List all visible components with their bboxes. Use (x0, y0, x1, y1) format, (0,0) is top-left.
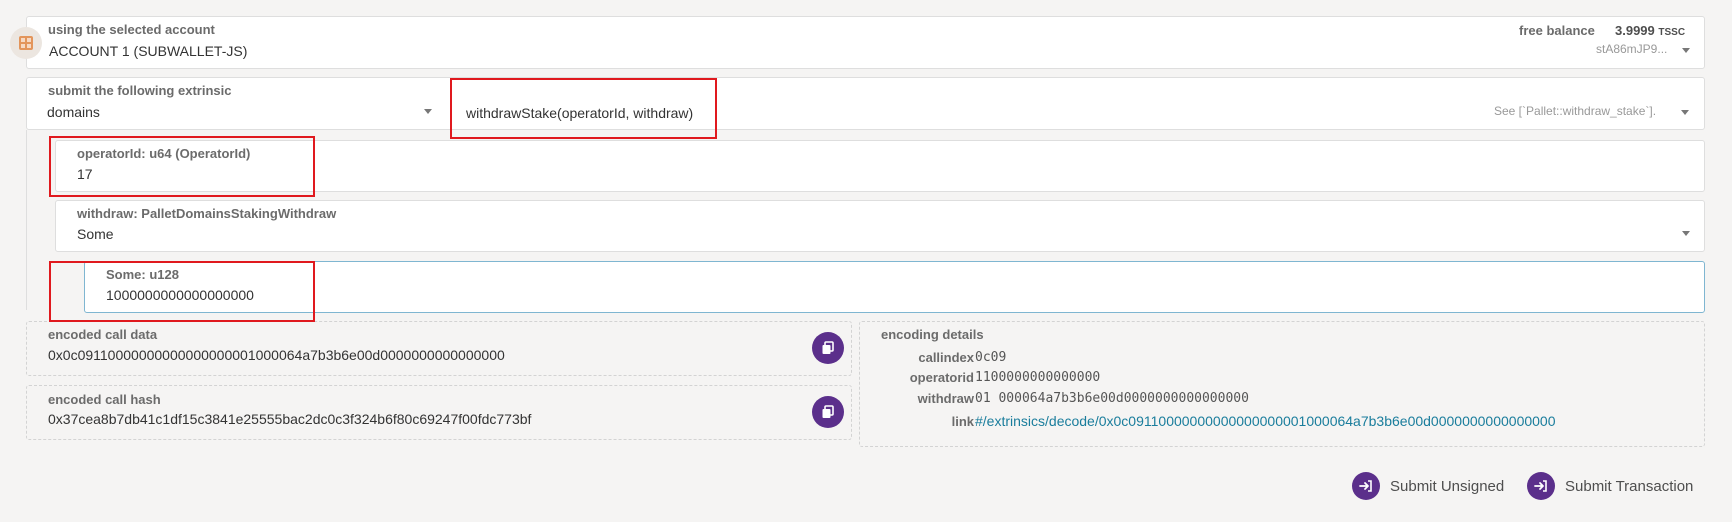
pallet-value: domains (47, 104, 100, 120)
extrinsic-label: submit the following extrinsic (48, 83, 232, 98)
account-name: ACCOUNT 1 (SUBWALLET-JS) (49, 43, 248, 59)
some-amount-field[interactable] (84, 261, 1705, 313)
detail-key-link: link (951, 414, 974, 429)
free-balance-label: free balance (1519, 23, 1595, 38)
detail-key-operatorid: operatorid (909, 370, 974, 385)
submit-unsigned-label: Submit Unsigned (1390, 477, 1505, 495)
detail-value-operatorid: 1100000000000000 (975, 370, 1101, 385)
detail-key-callindex: callindex (918, 350, 974, 365)
encoding-details-title: encoding details (881, 327, 984, 342)
balance-amount: 3.9999 (1615, 23, 1655, 38)
encoded-call-data-label: encoded call data (48, 327, 158, 342)
withdraw-dropdown-caret (1682, 231, 1690, 236)
sign-in-icon (1527, 472, 1555, 500)
some-amount-input[interactable]: 1000000000000000000 (106, 287, 254, 303)
pallet-dropdown[interactable]: domains (28, 98, 442, 126)
params-container (26, 130, 27, 310)
copy-call-hash-button[interactable] (812, 396, 844, 428)
copy-icon (822, 341, 834, 354)
method-doc-hint: See [`Pallet::withdraw_stake`]. (1494, 104, 1657, 118)
account-address: stA86mJP9... (1596, 42, 1668, 56)
submit-transaction-label: Submit Transaction (1565, 477, 1694, 495)
operator-id-label: operatorId: u64 (OperatorId) (77, 146, 251, 161)
account-dropdown-caret[interactable] (1682, 48, 1690, 53)
copy-call-data-button[interactable] (812, 332, 844, 364)
encoded-call-data-value: 0x0c09110000000000000000001000064a7b3b6e… (48, 347, 505, 363)
account-selector[interactable] (26, 16, 1705, 69)
identicon-icon (19, 36, 33, 50)
withdraw-label: withdraw: PalletDomainsStakingWithdraw (77, 206, 337, 221)
detail-value-callindex: 0c09 (975, 350, 1007, 365)
submit-unsigned-button[interactable]: Submit Unsigned (1352, 472, 1504, 500)
sign-in-icon (1352, 472, 1380, 500)
balance-unit: TSSC (1658, 27, 1686, 38)
account-label: using the selected account (48, 22, 215, 37)
account-avatar (10, 27, 42, 59)
method-dropdown-caret (1681, 110, 1689, 115)
method-value: withdrawStake(operatorId, withdraw) (466, 105, 694, 121)
encoded-call-hash-label: encoded call hash (48, 392, 161, 407)
detail-value-withdraw: 01 000064a7b3b6e00d0000000000000000 (975, 391, 1249, 406)
detail-key-withdraw: withdraw (917, 391, 974, 406)
operator-id-field[interactable] (55, 140, 1705, 192)
free-balance-value: 3.9999 TSSC (1615, 23, 1685, 38)
method-dropdown[interactable]: withdrawStake(operatorId, withdraw) See … (450, 80, 1703, 128)
copy-icon (822, 405, 834, 418)
encoded-call-hash-value: 0x37cea8b7db41c1df15c3841e25555bac2dc0c3… (48, 411, 532, 427)
pallet-dropdown-caret (424, 109, 432, 114)
submit-transaction-button[interactable]: Submit Transaction (1527, 472, 1693, 500)
some-amount-label: Some: u128 (106, 267, 179, 282)
decode-link[interactable]: #/extrinsics/decode/0x0c0911000000000000… (975, 413, 1556, 429)
withdraw-value: Some (77, 226, 114, 242)
operator-id-input[interactable]: 17 (77, 166, 93, 182)
